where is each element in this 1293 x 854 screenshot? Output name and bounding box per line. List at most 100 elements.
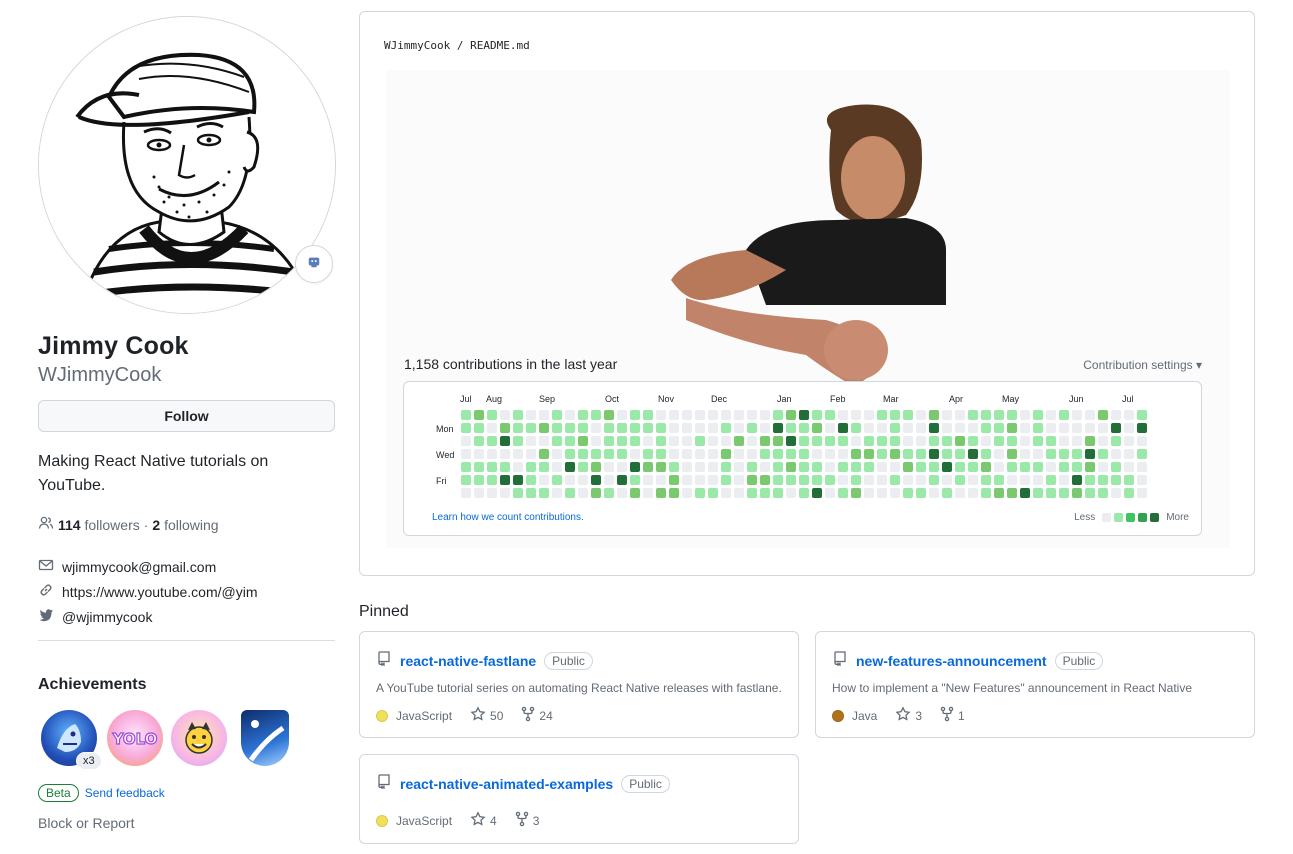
contribution-cell[interactable] — [591, 449, 601, 459]
email-item[interactable]: wjimmycook@gmail.com — [38, 554, 258, 579]
twitter-handle[interactable]: @wjimmycook — [62, 609, 152, 625]
contribution-cell[interactable] — [890, 488, 900, 498]
contribution-cell[interactable] — [487, 449, 497, 459]
contribution-cell[interactable] — [851, 462, 861, 472]
contribution-cell[interactable] — [539, 488, 549, 498]
contribution-cell[interactable] — [669, 462, 679, 472]
contribution-cell[interactable] — [604, 475, 614, 485]
contribution-cell[interactable] — [1007, 410, 1017, 420]
contribution-cell[interactable] — [1085, 410, 1095, 420]
contribution-cell[interactable] — [604, 488, 614, 498]
contribution-cell[interactable] — [994, 410, 1004, 420]
contribution-cell[interactable] — [903, 436, 913, 446]
starstruck-badge[interactable] — [171, 710, 227, 766]
contribution-cell[interactable] — [916, 423, 926, 433]
contribution-cell[interactable] — [786, 462, 796, 472]
contribution-cell[interactable] — [812, 436, 822, 446]
contribution-cell[interactable] — [1033, 488, 1043, 498]
contribution-cell[interactable] — [968, 475, 978, 485]
contribution-cell[interactable] — [877, 488, 887, 498]
website-item[interactable]: https://www.youtube.com/@yim — [38, 579, 258, 604]
contribution-cell[interactable] — [1072, 488, 1082, 498]
contribution-cell[interactable] — [1111, 436, 1121, 446]
contribution-cell[interactable] — [643, 410, 653, 420]
contribution-cell[interactable] — [695, 475, 705, 485]
contribution-cell[interactable] — [461, 423, 471, 433]
contribution-cell[interactable] — [1020, 475, 1030, 485]
contribution-cell[interactable] — [630, 475, 640, 485]
contribution-cell[interactable] — [552, 488, 562, 498]
contribution-cell[interactable] — [968, 410, 978, 420]
contribution-cell[interactable] — [630, 423, 640, 433]
contribution-cell[interactable] — [968, 488, 978, 498]
contribution-cell[interactable] — [903, 475, 913, 485]
contribution-cell[interactable] — [513, 423, 523, 433]
contribution-cell[interactable] — [591, 488, 601, 498]
contribution-cell[interactable] — [916, 488, 926, 498]
contribution-cell[interactable] — [565, 475, 575, 485]
contribution-cell[interactable] — [981, 423, 991, 433]
contribution-cell[interactable] — [1059, 462, 1069, 472]
contribution-cell[interactable] — [734, 449, 744, 459]
contribution-cell[interactable] — [721, 436, 731, 446]
contribution-cell[interactable] — [929, 436, 939, 446]
contribution-cell[interactable] — [929, 488, 939, 498]
contribution-cell[interactable] — [942, 436, 952, 446]
contribution-cell[interactable] — [812, 475, 822, 485]
contribution-cell[interactable] — [1020, 462, 1030, 472]
contribution-cell[interactable] — [591, 475, 601, 485]
contribution-cell[interactable] — [994, 475, 1004, 485]
contribution-cell[interactable] — [981, 475, 991, 485]
repo-stars-link[interactable]: 50 — [470, 706, 503, 725]
yolo-badge[interactable]: YOLO — [107, 710, 163, 766]
contribution-cell[interactable] — [903, 410, 913, 420]
contribution-cell[interactable] — [617, 449, 627, 459]
contribution-cell[interactable] — [760, 475, 770, 485]
contribution-cell[interactable] — [812, 423, 822, 433]
contribution-cell[interactable] — [773, 462, 783, 472]
contribution-cell[interactable] — [760, 423, 770, 433]
contribution-cell[interactable] — [825, 462, 835, 472]
contribution-cell[interactable] — [1098, 488, 1108, 498]
contribution-cell[interactable] — [942, 449, 952, 459]
readme-owner-link[interactable]: WJimmyCook — [384, 39, 450, 52]
contribution-cell[interactable] — [838, 475, 848, 485]
contribution-cell[interactable] — [851, 436, 861, 446]
contribution-cell[interactable] — [461, 462, 471, 472]
contribution-cell[interactable] — [1098, 462, 1108, 472]
contribution-cell[interactable] — [578, 436, 588, 446]
contribution-cell[interactable] — [903, 423, 913, 433]
contribution-cell[interactable] — [929, 449, 939, 459]
contribution-cell[interactable] — [552, 475, 562, 485]
arctic-code-vault-badge[interactable] — [241, 710, 289, 766]
contribution-cell[interactable] — [851, 475, 861, 485]
repo-forks-link[interactable]: 3 — [515, 811, 539, 830]
contribution-cell[interactable] — [1137, 436, 1147, 446]
contribution-cell[interactable] — [1072, 462, 1082, 472]
contribution-cell[interactable] — [981, 488, 991, 498]
contribution-cell[interactable] — [864, 475, 874, 485]
contribution-cell[interactable] — [799, 449, 809, 459]
contribution-cell[interactable] — [513, 488, 523, 498]
contribution-cell[interactable] — [968, 462, 978, 472]
contribution-cell[interactable] — [799, 488, 809, 498]
contribution-cell[interactable] — [721, 449, 731, 459]
contribution-cell[interactable] — [864, 449, 874, 459]
contribution-cell[interactable] — [1007, 462, 1017, 472]
contribution-cell[interactable] — [682, 449, 692, 459]
learn-contributions-link[interactable]: Learn how we count contributions. — [432, 512, 584, 523]
contribution-cell[interactable] — [981, 449, 991, 459]
contribution-cell[interactable] — [474, 475, 484, 485]
contribution-cell[interactable] — [487, 475, 497, 485]
contribution-cell[interactable] — [1085, 449, 1095, 459]
contribution-cell[interactable] — [1072, 436, 1082, 446]
contribution-cell[interactable] — [487, 488, 497, 498]
contribution-cell[interactable] — [1072, 449, 1082, 459]
contribution-cell[interactable] — [708, 488, 718, 498]
contribution-cell[interactable] — [929, 462, 939, 472]
contribution-cell[interactable] — [838, 462, 848, 472]
contribution-cell[interactable] — [1020, 488, 1030, 498]
contribution-cell[interactable] — [864, 410, 874, 420]
contribution-cell[interactable] — [734, 423, 744, 433]
contribution-cell[interactable] — [487, 436, 497, 446]
